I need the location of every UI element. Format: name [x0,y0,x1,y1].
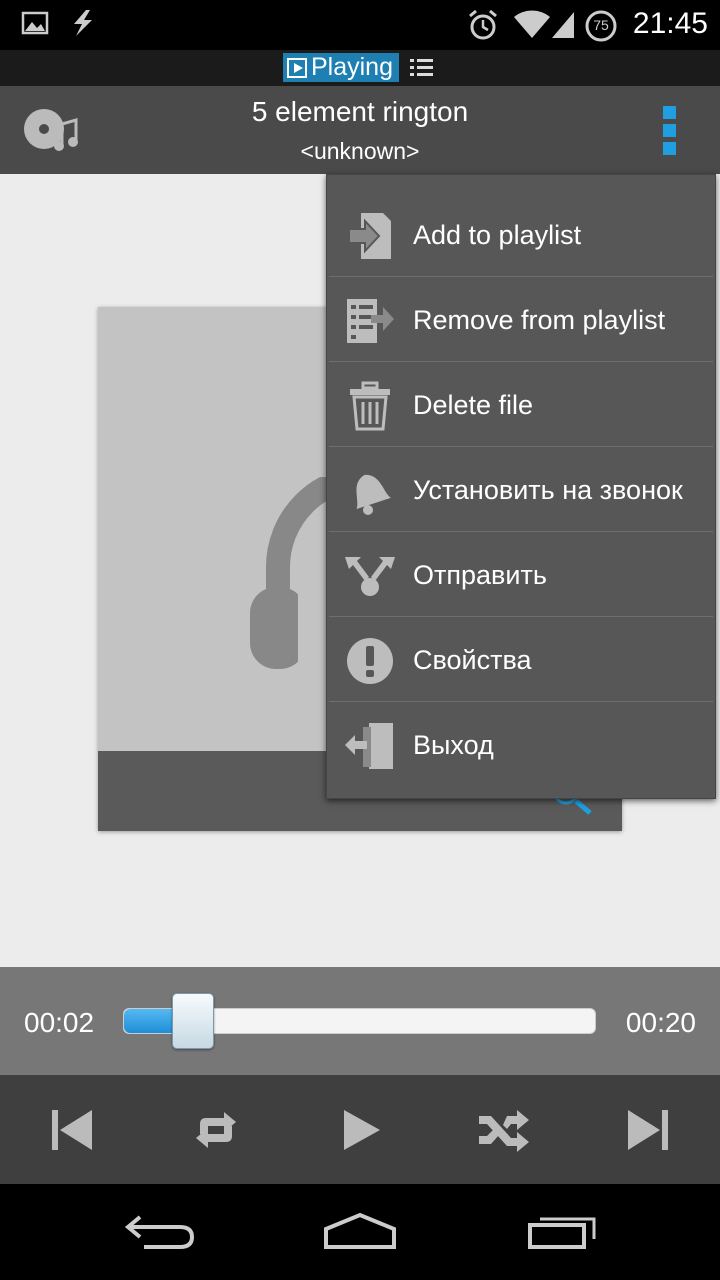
menu-item-label: Отправить [413,560,547,590]
share-icon [327,533,413,618]
menu-divider [329,701,713,702]
menu-item-delete-file[interactable]: Delete file [327,363,715,448]
battery-level: 75 [593,17,609,33]
playback-controls [0,1075,720,1184]
track-title: 5 element rington [251,96,469,127]
menu-item-remove-from-playlist[interactable]: Remove from playlist [327,278,715,363]
menu-item-label: Add to playlist [413,220,582,250]
menu-item-label: Delete file [413,390,534,420]
menu-item-label: Свойства [413,645,532,675]
menu-item-exit[interactable]: Выход [327,703,715,788]
menu-item-properties[interactable]: Свойства [327,618,715,703]
wifi-icon [512,8,552,45]
remove-from-playlist-icon [327,278,413,363]
overflow-dot-icon [663,142,676,155]
overflow-dot-icon [663,124,676,137]
previous-icon [52,1110,92,1150]
home-button[interactable] [320,1206,400,1256]
previous-button[interactable] [44,1102,100,1158]
seek-area: 00:02 00:20 [0,967,720,1075]
menu-item-label: Remove from playlist [413,305,666,335]
play-box-icon [287,57,307,78]
menu-divider [329,616,713,617]
repeat-button[interactable] [188,1102,244,1158]
menu-item-label: Выход [413,730,494,760]
current-time: 00:02 [24,1007,95,1038]
next-button[interactable] [620,1102,676,1158]
shuffle-button[interactable] [476,1102,532,1158]
system-nav-bar [0,1184,720,1280]
menu-item-send[interactable]: Отправить [327,533,715,618]
signal-icon [548,8,578,45]
repeat-icon [196,1112,236,1148]
menu-divider [329,276,713,277]
seek-thumb[interactable] [172,993,214,1049]
list-icon[interactable] [410,57,434,84]
menu-item-set-ringtone[interactable]: Установить на звонок [327,448,715,533]
overflow-menu-button[interactable] [650,104,690,158]
home-icon [324,1212,396,1249]
player-header: 5 element rington <unknown> [0,86,720,174]
back-button[interactable] [120,1206,200,1256]
menu-divider [329,531,713,532]
tab-strip: Playing [0,50,720,86]
total-time: 00:20 [625,1007,696,1038]
overflow-popup-menu: Add to playlist Remove from playlist Del… [326,174,716,799]
back-icon [124,1215,195,1249]
menu-divider [329,361,713,362]
track-artist: <unknown> [300,138,420,164]
next-icon [628,1110,668,1150]
flash-notification-icon [66,8,100,43]
overflow-dot-icon [663,106,676,119]
play-icon [344,1110,380,1150]
recent-apps-icon [528,1217,596,1249]
status-bar: 75 21:45 [0,0,720,50]
alarm-icon [466,8,500,47]
tab-playing-label: Playing [311,53,393,81]
play-button[interactable] [332,1102,388,1158]
battery-icon: 75 [584,9,618,48]
add-to-playlist-icon [327,193,413,278]
image-notification-icon [20,8,50,43]
bell-icon [327,448,413,533]
menu-item-add-to-playlist[interactable]: Add to playlist [327,193,715,278]
shuffle-icon [479,1110,529,1152]
info-icon [327,618,413,703]
menu-item-label: Установить на звонок [413,475,683,505]
tab-playing[interactable]: Playing [283,53,399,82]
trash-icon [327,363,413,448]
recent-apps-button[interactable] [522,1206,602,1256]
exit-icon [327,703,413,788]
clock: 21:45 [632,7,708,40]
menu-divider [329,446,713,447]
